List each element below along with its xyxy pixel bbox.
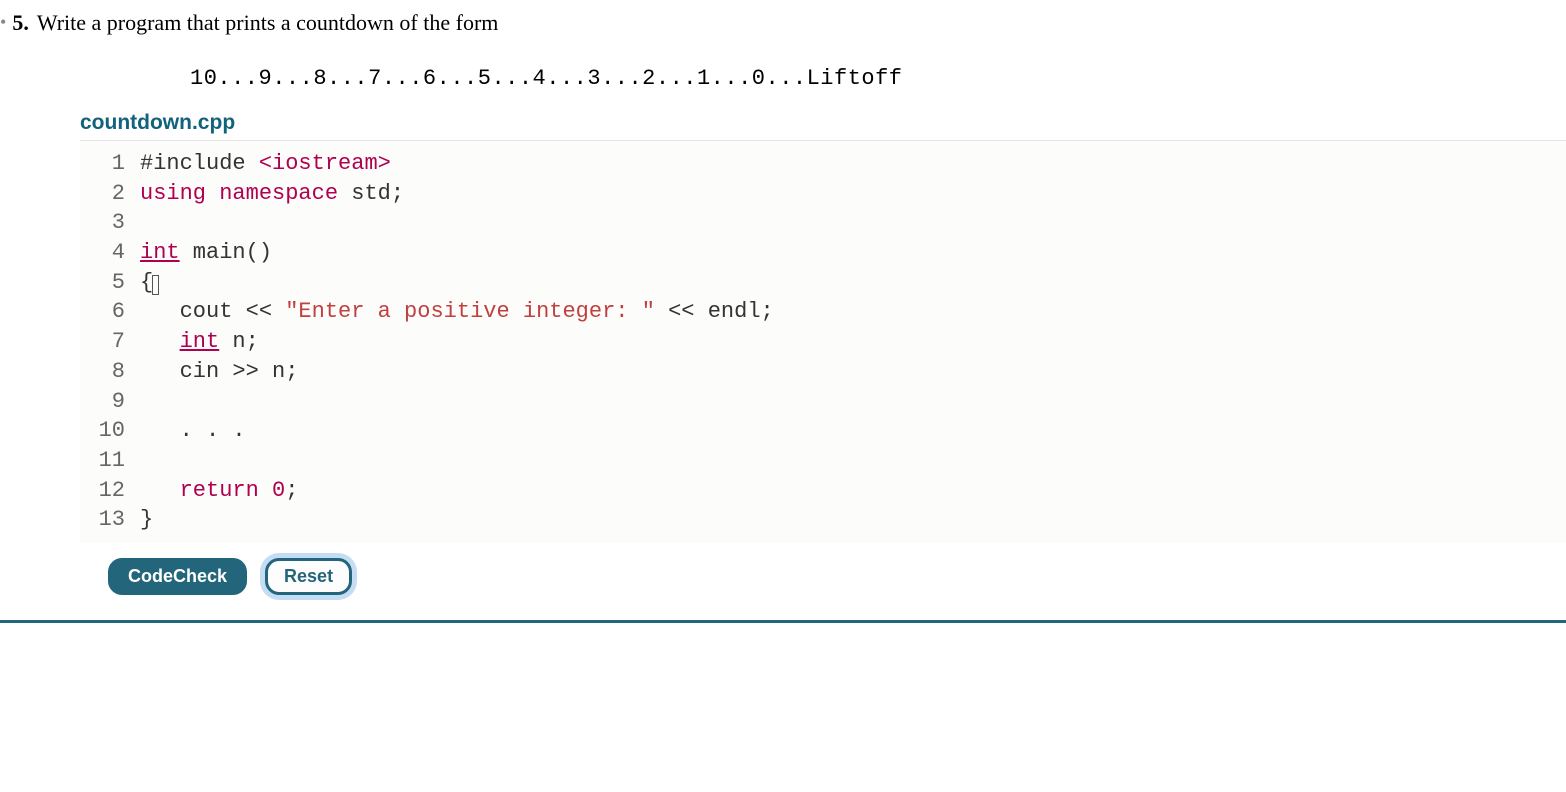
- code-line[interactable]: [140, 387, 1566, 417]
- code-line[interactable]: #include <iostream>: [140, 149, 1566, 179]
- codecheck-button[interactable]: CodeCheck: [108, 558, 247, 595]
- exercise-container: • 5. Write a program that prints a count…: [0, 0, 1566, 623]
- line-number: 11: [90, 446, 125, 476]
- line-number: 9: [90, 387, 125, 417]
- code-line[interactable]: cin >> n;: [140, 357, 1566, 387]
- code-line[interactable]: [140, 446, 1566, 476]
- code-editor[interactable]: 12345678910111213 #include <iostream>usi…: [80, 140, 1566, 543]
- line-number: 2: [90, 179, 125, 209]
- code-line[interactable]: {: [140, 268, 1566, 298]
- line-number: 12: [90, 476, 125, 506]
- question-number: 5.: [12, 10, 29, 36]
- code-content[interactable]: #include <iostream>using namespace std; …: [135, 141, 1566, 543]
- line-number: 8: [90, 357, 125, 387]
- line-number: 1: [90, 149, 125, 179]
- code-line[interactable]: }: [140, 505, 1566, 535]
- bullet-icon: •: [0, 13, 6, 31]
- reset-button[interactable]: Reset: [265, 558, 352, 595]
- question-header: • 5. Write a program that prints a count…: [0, 0, 1566, 46]
- line-number: 4: [90, 238, 125, 268]
- line-number: 5: [90, 268, 125, 298]
- section-divider: [0, 620, 1566, 623]
- code-line[interactable]: int n;: [140, 327, 1566, 357]
- question-text: Write a program that prints a countdown …: [37, 10, 499, 36]
- code-line[interactable]: int main(): [140, 238, 1566, 268]
- text-cursor: [152, 275, 159, 295]
- line-number: 7: [90, 327, 125, 357]
- line-number: 10: [90, 416, 125, 446]
- code-line[interactable]: cout << "Enter a positive integer: " << …: [140, 297, 1566, 327]
- code-line[interactable]: [140, 208, 1566, 238]
- filename-label: countdown.cpp: [80, 111, 1566, 135]
- code-line[interactable]: return 0;: [140, 476, 1566, 506]
- sample-output: 10...9...8...7...6...5...4...3...2...1..…: [190, 66, 1566, 91]
- button-row: CodeCheck Reset: [108, 558, 1566, 595]
- code-line[interactable]: . . .: [140, 416, 1566, 446]
- code-line[interactable]: using namespace std;: [140, 179, 1566, 209]
- line-number: 13: [90, 505, 125, 535]
- line-number-gutter: 12345678910111213: [80, 141, 135, 543]
- line-number: 6: [90, 297, 125, 327]
- line-number: 3: [90, 208, 125, 238]
